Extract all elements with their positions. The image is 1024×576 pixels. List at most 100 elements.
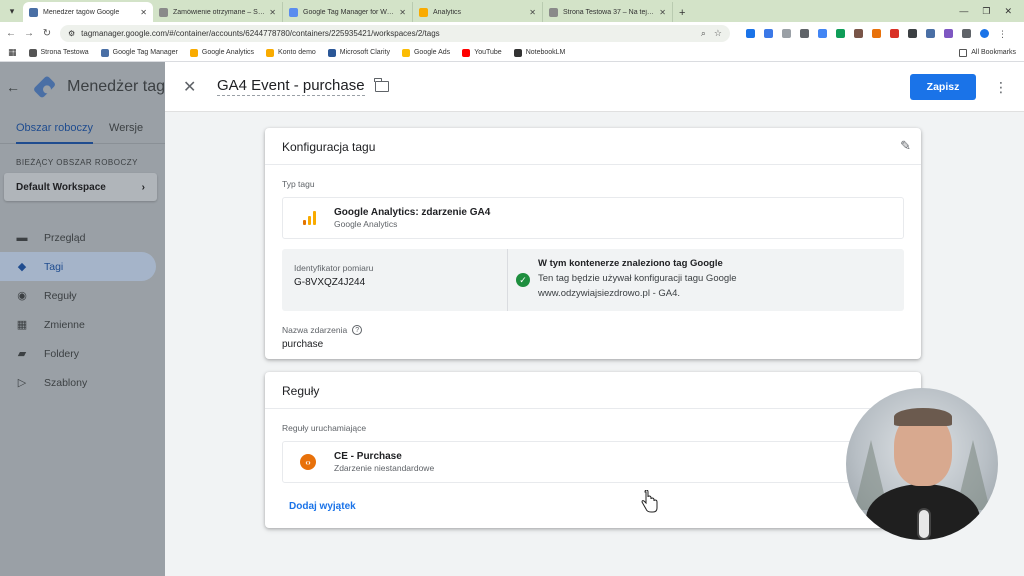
add-exception-button[interactable]: Dodaj wyjątek xyxy=(265,483,921,512)
browser-tab[interactable]: Zamówienie otrzymane – Stron ✕ xyxy=(153,2,283,22)
tab-close-icon[interactable]: ✕ xyxy=(399,8,406,17)
url-input[interactable]: ⚙ tagmanager.google.com/#/container/acco… xyxy=(60,24,730,42)
new-tab-button[interactable]: + xyxy=(673,7,691,22)
tab-close-icon[interactable]: ✕ xyxy=(659,8,666,17)
sidebar-item-przegląd[interactable]: ▬ Przegląd xyxy=(0,223,165,252)
tab-favicon-icon xyxy=(419,7,428,17)
extension-icon[interactable] xyxy=(908,28,917,38)
trigger-icon: ◉ xyxy=(17,290,27,302)
tag-name-input[interactable]: GA4 Event - purchase xyxy=(217,77,365,96)
bookmark-label: Microsoft Clarity xyxy=(339,49,390,56)
bookmark-item[interactable]: Strona Testowa xyxy=(28,48,89,57)
tab-favicon-icon xyxy=(549,7,558,17)
zoom-icon[interactable]: ⌕ xyxy=(701,28,706,39)
tab-search-icon[interactable]: ▾ xyxy=(3,2,21,20)
folder-icon[interactable] xyxy=(374,78,389,92)
extension-icon[interactable] xyxy=(890,28,899,38)
close-icon[interactable]: ✕ xyxy=(183,77,203,97)
bookmark-star-icon[interactable]: ☆ xyxy=(714,28,722,39)
bookmark-favicon-icon xyxy=(28,48,37,57)
extension-icon[interactable] xyxy=(782,28,791,38)
trigger-type: Zdarzenie niestandardowe xyxy=(334,463,435,473)
more-options-icon[interactable]: ⋮ xyxy=(994,80,1008,94)
all-bookmarks-button[interactable]: All Bookmarks xyxy=(959,48,1016,57)
save-button[interactable]: Zapisz xyxy=(910,73,976,100)
browser-tab[interactable]: Google Tag Manager for WordPr ✕ xyxy=(283,2,413,22)
overview-icon: ▬ xyxy=(16,231,28,244)
sidebar-item-label: Tagi xyxy=(44,260,64,273)
bookmark-label: Google Ads xyxy=(413,49,451,56)
workspace-selector[interactable]: Default Workspace › xyxy=(4,173,157,201)
profile-avatar-icon[interactable] xyxy=(980,28,989,38)
sidebar-item-szablony[interactable]: ▷ Szablony xyxy=(0,368,165,397)
tab-close-icon[interactable]: ✕ xyxy=(269,8,276,17)
edit-pencil-icon[interactable]: ✎ xyxy=(900,138,911,154)
browser-tab[interactable]: Strona Testowa 37 – Na tej stro ✕ xyxy=(543,2,673,22)
gtm-logo-icon xyxy=(32,75,57,99)
apps-icon[interactable]: ▦ xyxy=(8,47,17,58)
extension-icon[interactable] xyxy=(764,28,773,38)
tab-title: Zamówienie otrzymane – Stron xyxy=(173,8,266,16)
sidebar-item-label: Szablony xyxy=(44,376,88,389)
hand-cursor-icon xyxy=(641,490,658,513)
measurement-box: Identyfikator pomiaru G-8VXQZ4J244 ✓ W t… xyxy=(282,249,904,311)
browser-tab[interactable]: Menedżer tagów Google ✕ xyxy=(23,2,153,22)
browser-tab[interactable]: Analytics ✕ xyxy=(413,2,543,22)
extension-icon[interactable] xyxy=(800,28,809,38)
sidebar-item-label: Foldery xyxy=(44,347,80,360)
extension-icon[interactable] xyxy=(944,28,953,38)
bookmark-item[interactable]: Google Tag Manager xyxy=(100,48,178,57)
sidebar-item-zmienne[interactable]: ▦ Zmienne xyxy=(0,310,165,339)
firing-triggers-label: Reguły uruchamiające xyxy=(282,423,367,433)
tab-versions[interactable]: Wersje xyxy=(109,122,143,134)
bookmark-label: NotebookLM xyxy=(525,49,566,56)
browser-tab-bar: ▾ Menedżer tagów Google ✕ Zamówienie otrzy… xyxy=(0,0,1024,22)
extension-icon[interactable] xyxy=(818,28,827,38)
sidebar-item-foldery[interactable]: ▰ Foldery xyxy=(0,339,165,368)
sidebar-item-label: Zmienne xyxy=(44,318,85,331)
forward-icon[interactable]: → xyxy=(24,28,34,39)
sidebar-item-reguły[interactable]: ◉ Reguły xyxy=(0,281,165,310)
bookmark-item[interactable]: NotebookLM xyxy=(513,48,566,57)
extension-icon[interactable] xyxy=(872,28,881,38)
card-title: Konfiguracja tagu xyxy=(265,128,921,165)
app-title: Menedżer tag xyxy=(67,78,165,95)
bookmark-item[interactable]: Konto demo xyxy=(266,48,316,57)
bookmark-item[interactable]: YouTube xyxy=(462,48,502,57)
browser-menu-icon[interactable]: ⋮ xyxy=(998,29,1007,39)
maximize-icon[interactable]: ❐ xyxy=(982,6,990,17)
trigger-item[interactable]: ‹› CE - Purchase Zdarzenie niestandardow… xyxy=(282,441,904,483)
extension-icon[interactable] xyxy=(926,28,935,38)
help-icon[interactable]: ? xyxy=(352,325,363,335)
back-icon[interactable]: ← xyxy=(6,28,16,39)
bookmark-item[interactable]: Google Analytics xyxy=(189,48,254,57)
bookmark-favicon-icon xyxy=(266,48,275,57)
back-arrow-icon[interactable]: ← xyxy=(6,79,20,95)
tag-type-label: Typ tagu xyxy=(282,179,315,189)
close-window-icon[interactable]: ✕ xyxy=(1004,6,1012,17)
reload-icon[interactable]: ↻ xyxy=(42,28,52,39)
sidebar-item-tagi[interactable]: ◆ Tagi xyxy=(0,252,156,281)
site-info-icon[interactable]: ⚙ xyxy=(68,29,75,38)
bookmark-favicon-icon xyxy=(327,48,336,57)
bookmarks-bar: ▦ Strona Testowa Google Tag Manager Google… xyxy=(0,44,1024,62)
tab-close-icon[interactable]: ✕ xyxy=(529,8,536,17)
sidebar: ← Menedżer tag Obszar roboczy Wersje BIE… xyxy=(0,62,165,576)
check-circle-icon: ✓ xyxy=(516,273,530,287)
tab-close-icon[interactable]: ✕ xyxy=(140,8,147,17)
tab-workspace[interactable]: Obszar roboczy xyxy=(16,122,94,144)
tag-configuration-card[interactable]: Konfiguracja tagu ✎ Typ tagu Google Anal… xyxy=(265,128,921,359)
chevron-right-icon: › xyxy=(141,181,145,193)
tag-type-box[interactable]: Google Analytics: zdarzenie GA4 Google A… xyxy=(282,197,904,239)
all-bookmarks-label: All Bookmarks xyxy=(971,49,1016,56)
bookmark-item[interactable]: Google Ads xyxy=(401,48,451,57)
bookmark-item[interactable]: Microsoft Clarity xyxy=(327,48,390,57)
tab-title: Google Tag Manager for WordPr xyxy=(303,8,396,16)
measurement-id-value: G-8VXQZ4J244 xyxy=(294,277,366,288)
extensions-puzzle-icon[interactable] xyxy=(962,28,971,38)
extension-icon[interactable] xyxy=(746,28,755,38)
extension-icon[interactable] xyxy=(836,28,845,38)
minimize-icon[interactable]: — xyxy=(959,6,968,17)
extension-icon[interactable] xyxy=(854,28,863,38)
google-tag-found-title: W tym kontenerze znaleziono tag Google xyxy=(538,258,723,269)
